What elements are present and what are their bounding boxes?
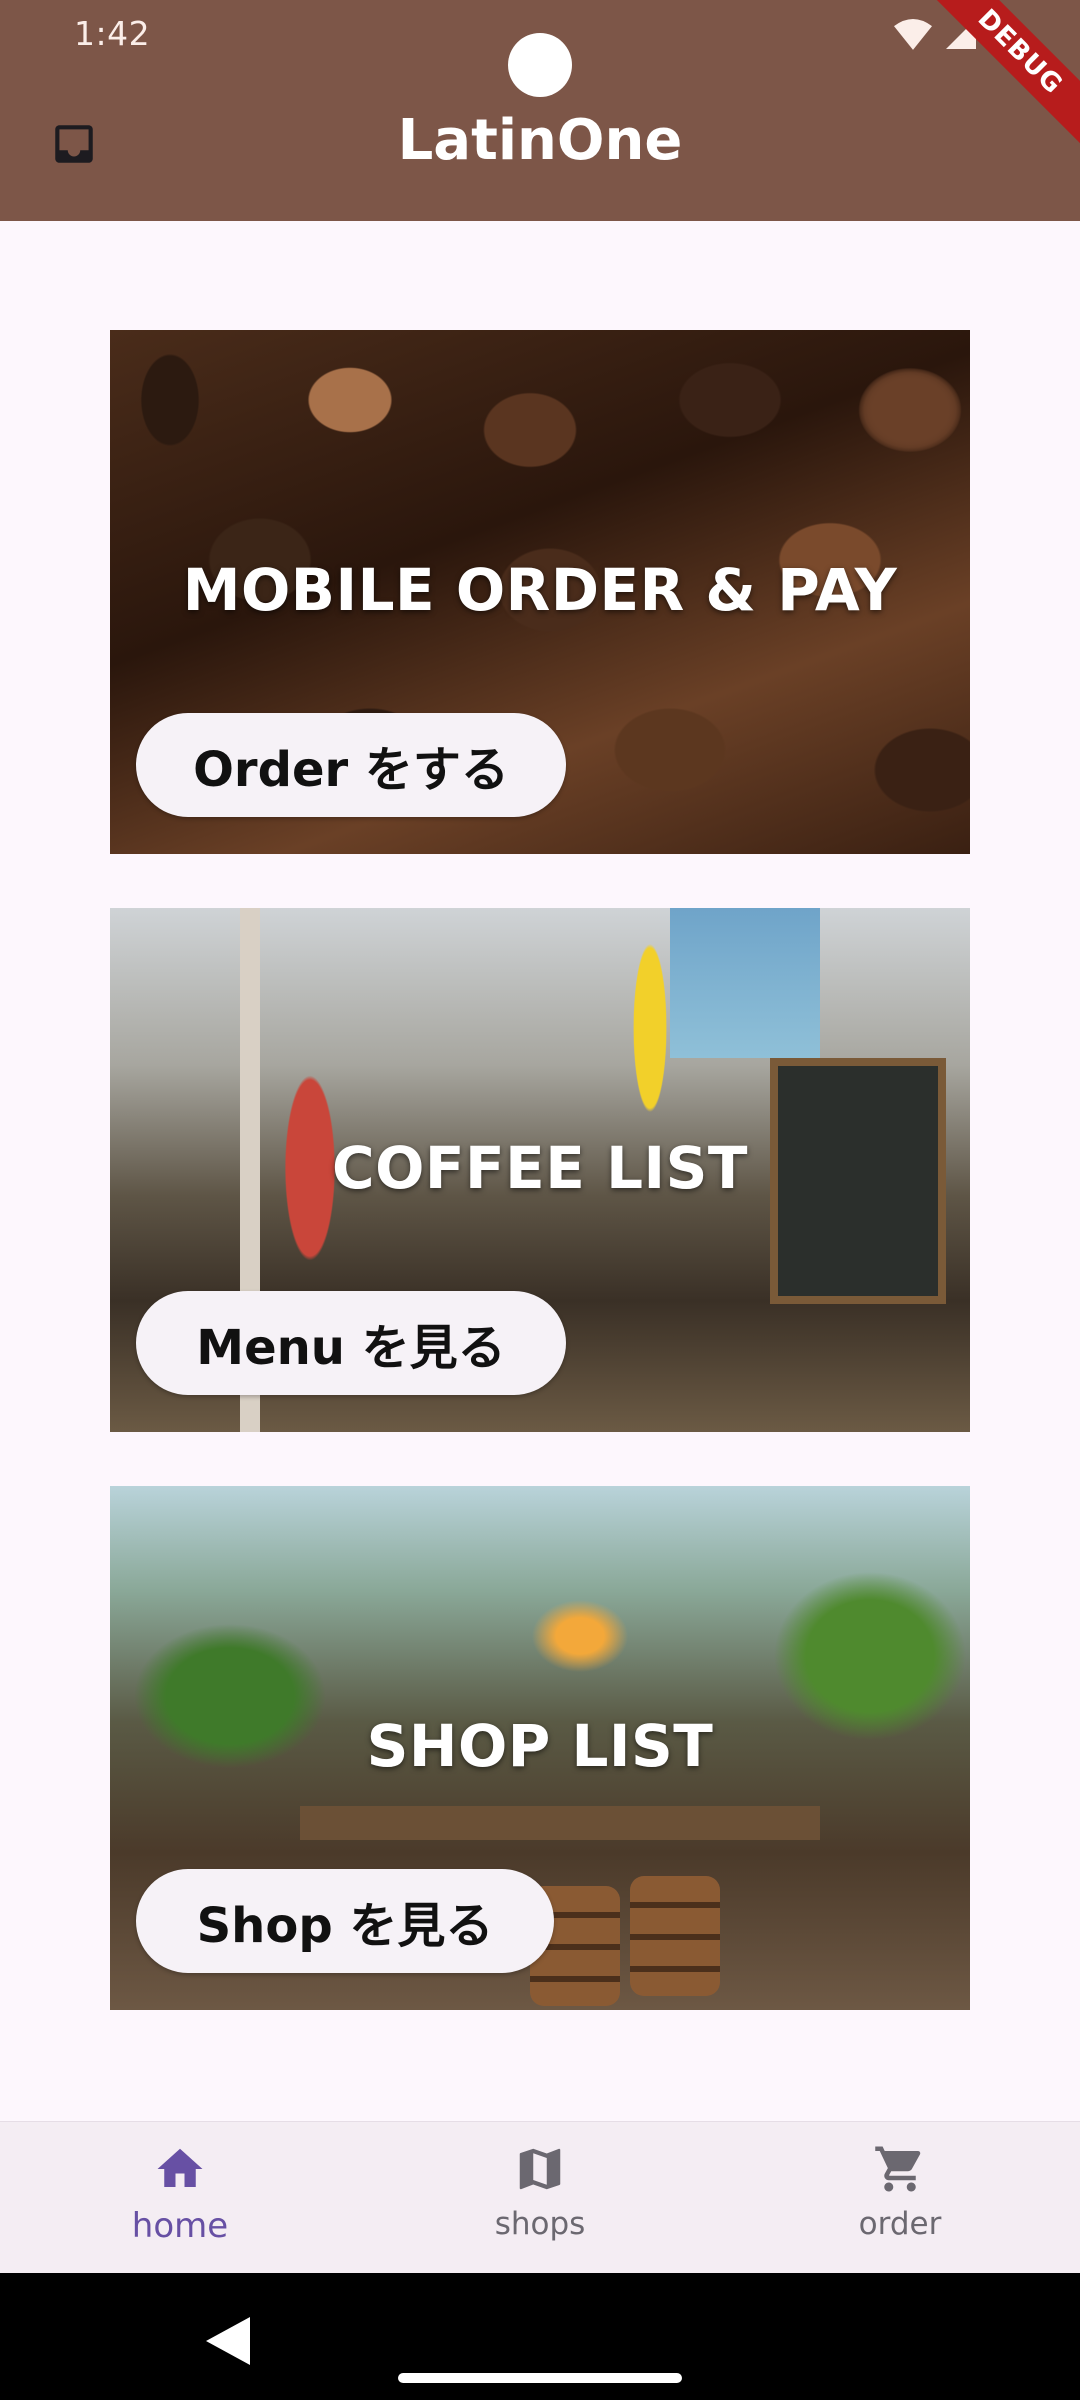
home-gesture-pill[interactable]: [398, 2373, 682, 2383]
shop-button[interactable]: Shop を見る: [136, 1869, 554, 1973]
card-title: SHOP LIST: [366, 1712, 714, 1780]
nav-item-home[interactable]: home: [50, 2122, 310, 2246]
camera-cutout: [508, 33, 572, 97]
nav-item-shops[interactable]: shops: [410, 2122, 670, 2242]
status-time: 1:42: [74, 14, 151, 53]
wifi-icon: [894, 18, 932, 54]
card-title: MOBILE ORDER & PAY: [182, 556, 898, 624]
nav-label-home: home: [131, 2206, 229, 2246]
nav-label-order: order: [858, 2206, 942, 2242]
window-image: [670, 908, 820, 1058]
app-screen: 1:42 DEBUG LatinOne MOBILE ORDER & PAY O…: [0, 0, 1080, 2400]
bottom-navigation: home shops order: [0, 2121, 1080, 2274]
nav-label-shops: shops: [494, 2206, 586, 2242]
menu-button[interactable]: Menu を見る: [136, 1291, 566, 1395]
back-icon[interactable]: [206, 2317, 250, 2369]
system-navigation-bar: [0, 2273, 1080, 2400]
barrel-image: [630, 1876, 720, 1996]
shop-list-card[interactable]: SHOP LIST Shop を見る: [110, 1486, 970, 2010]
home-icon: [153, 2142, 207, 2200]
shelf-image: [300, 1806, 820, 1840]
mobile-order-card[interactable]: MOBILE ORDER & PAY Order をする: [110, 330, 970, 854]
app-title: LatinOne: [397, 108, 683, 173]
card-title: COFFEE LIST: [332, 1134, 748, 1202]
order-button[interactable]: Order をする: [136, 713, 566, 817]
nav-item-order[interactable]: order: [770, 2122, 1030, 2242]
coffee-list-card[interactable]: COFFEE LIST Menu を見る: [110, 908, 970, 1432]
app-bar: 1:42 DEBUG LatinOne: [0, 0, 1080, 221]
cart-icon: [873, 2142, 927, 2200]
map-icon: [513, 2142, 567, 2200]
